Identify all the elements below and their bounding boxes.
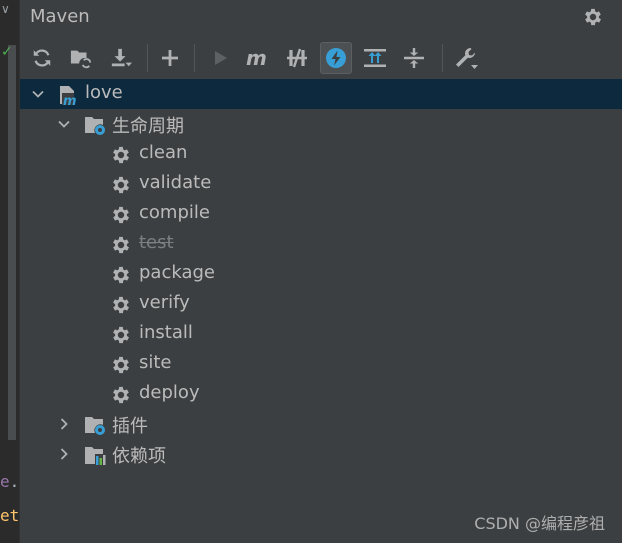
maven-project-icon: m [60, 86, 77, 106]
folder-refresh-icon [70, 50, 92, 69]
gear-icon [113, 206, 129, 224]
lightning-icon [326, 48, 346, 68]
lifecycle-folder-icon [85, 117, 105, 135]
gear-icon [113, 176, 129, 194]
gear-icon [113, 146, 129, 164]
maven-m-icon: m [246, 47, 267, 69]
gear-icon [113, 356, 129, 374]
tree-node-project[interactable]: m love [20, 79, 622, 109]
goal-label: compile [139, 202, 210, 223]
goal-label-skipped: test [139, 232, 174, 253]
collapse-all-icon [404, 48, 424, 68]
tree-node-plugins[interactable]: 插件 [20, 409, 622, 439]
execute-maven-goal-button[interactable]: m [242, 42, 274, 74]
lifecycle-goal-validate[interactable]: validate [20, 169, 622, 199]
tool-window-header: Maven [20, 0, 622, 33]
goal-label: verify [139, 292, 190, 313]
toggle-offline-mode-button[interactable] [281, 42, 313, 74]
check-icon: ✓ [1, 44, 13, 60]
collapse-all-button[interactable] [398, 42, 430, 74]
generate-sources-button[interactable] [65, 42, 97, 74]
editor-gutter-strip: ∨ ✓ e. et [0, 0, 20, 543]
show-diagram-icon [364, 49, 386, 67]
tree-node-label: 插件 [112, 416, 148, 437]
lifecycle-goal-site[interactable]: site [20, 349, 622, 379]
goal-label: validate [139, 172, 212, 193]
chevron-down-icon[interactable] [56, 116, 72, 132]
add-maven-project-button[interactable] [154, 42, 186, 74]
lifecycle-goal-package[interactable]: package [20, 259, 622, 289]
lifecycle-goal-clean[interactable]: clean [20, 139, 622, 169]
toggle-skip-tests-button[interactable] [320, 42, 352, 74]
maven-toolbar: m [20, 40, 622, 76]
gear-icon [113, 386, 129, 404]
tree-node-label: 生命周期 [112, 116, 184, 137]
svg-text:m: m [63, 94, 77, 106]
download-icon [111, 48, 132, 67]
lifecycle-goal-test[interactable]: test [20, 229, 622, 259]
tree-node-label: 依赖项 [112, 446, 166, 467]
play-icon [215, 51, 227, 65]
tree-node-label: love [85, 82, 123, 103]
goal-label: site [139, 352, 172, 373]
lifecycle-goal-compile[interactable]: compile [20, 199, 622, 229]
tree-node-dependencies[interactable]: 依赖项 [20, 439, 622, 469]
editor-code-fragment: et [0, 506, 20, 525]
gear-icon [113, 296, 129, 314]
lifecycle-goal-verify[interactable]: verify [20, 289, 622, 319]
goal-label: package [139, 262, 215, 283]
reload-all-projects-button[interactable] [26, 42, 58, 74]
editor-code-fragment: e. [0, 472, 20, 491]
gear-icon [113, 326, 129, 344]
svg-text:m: m [246, 47, 267, 69]
goal-label: clean [139, 142, 188, 163]
download-sources-button[interactable] [105, 42, 137, 74]
lifecycle-goal-install[interactable]: install [20, 319, 622, 349]
goal-label: deploy [139, 382, 200, 403]
gear-icon[interactable] [582, 6, 604, 28]
chevron-right-icon[interactable] [56, 416, 72, 432]
editor-scroll-strip [8, 45, 16, 440]
plugins-folder-icon [85, 417, 105, 435]
chevron-down-icon[interactable] [30, 86, 46, 102]
tree-node-lifecycle[interactable]: 生命周期 [20, 109, 622, 139]
offline-icon [287, 48, 307, 68]
run-maven-build-button[interactable] [204, 42, 236, 74]
watermark-text: CSDN @编程彦祖 [474, 514, 605, 533]
chevron-down-icon: ∨ [1, 2, 10, 16]
show-dependencies-button[interactable] [359, 42, 391, 74]
gear-icon [113, 266, 129, 284]
panel-title: Maven [30, 6, 90, 27]
toolbar-separator [442, 44, 443, 72]
reload-icon [33, 49, 51, 67]
wrench-icon [456, 48, 478, 69]
plus-icon [162, 50, 178, 66]
maven-settings-button[interactable] [450, 42, 482, 74]
toolbar-separator [147, 44, 148, 72]
toolbar-separator [194, 44, 195, 72]
chevron-right-icon[interactable] [56, 446, 72, 462]
goal-label: install [139, 322, 193, 343]
lifecycle-goal-deploy[interactable]: deploy [20, 379, 622, 409]
dependencies-folder-icon [85, 447, 106, 465]
gear-icon [113, 236, 129, 254]
